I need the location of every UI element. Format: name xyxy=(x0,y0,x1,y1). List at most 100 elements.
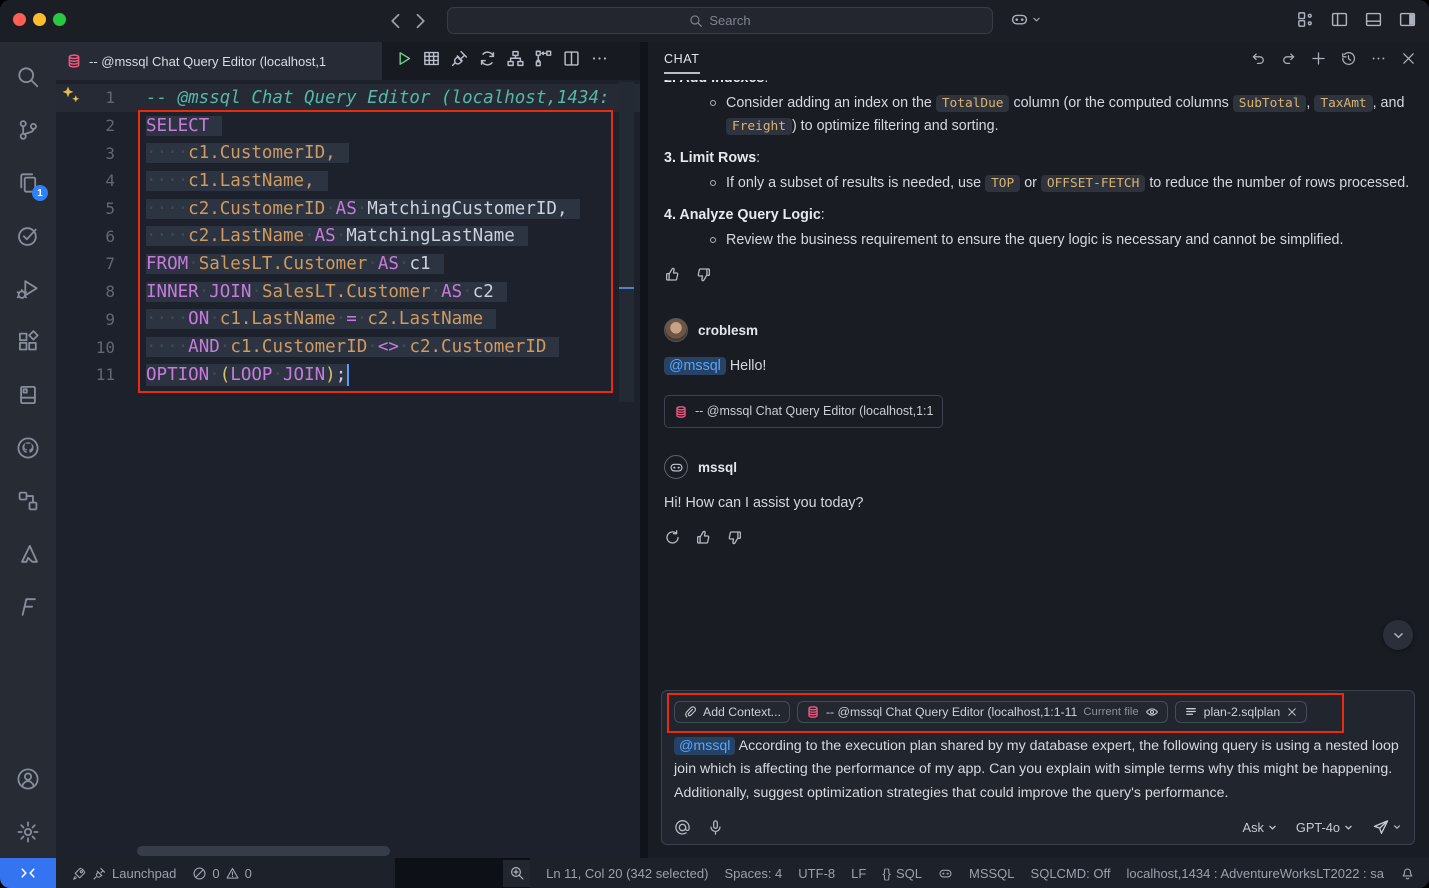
code-line[interactable]: 5····c2.CustomerID·AS·MatchingCustomerID… xyxy=(56,195,640,223)
text-segment: Review the business requirement to ensur… xyxy=(726,232,1343,248)
status-item[interactable]: Ln 11, Col 20 (342 selected) xyxy=(546,866,708,881)
split-editor-button[interactable] xyxy=(562,49,581,73)
notifications-bell[interactable] xyxy=(1400,866,1415,881)
copilot-menu[interactable] xyxy=(1010,10,1042,29)
attachment-chip[interactable]: -- @mssql Chat Query Editor (localhost,1… xyxy=(664,395,943,428)
customize-layout-icon[interactable] xyxy=(1296,10,1315,29)
thumb-up-button[interactable] xyxy=(695,529,712,554)
sidebar-item-testing[interactable] xyxy=(4,209,52,262)
code-line[interactable]: 3····c1.CustomerID, xyxy=(56,139,640,167)
thumb-down-button[interactable] xyxy=(726,529,743,554)
results-grid-button[interactable] xyxy=(422,49,441,73)
sidebar-item-github[interactable] xyxy=(4,421,52,474)
status-item[interactable]: MSSQL xyxy=(969,866,1015,881)
code-line[interactable]: 10····AND·c1.CustomerID·<>·c2.CustomerID xyxy=(56,333,640,361)
layout-panel-icon[interactable] xyxy=(1364,10,1383,29)
text-segment: column (or the computed columns xyxy=(1009,95,1232,111)
horizontal-scrollbar[interactable] xyxy=(137,846,390,856)
code-line[interactable]: 4····c1.LastName, xyxy=(56,167,640,195)
sidebar-item-azure[interactable] xyxy=(4,527,52,580)
send-icon xyxy=(1372,818,1390,836)
tab-chat[interactable]: CHAT xyxy=(664,52,700,74)
chip-label: Add Context... xyxy=(703,705,781,719)
remote-indicator[interactable] xyxy=(0,858,56,888)
code-line[interactable]: 11OPTION·(LOOP·JOIN); xyxy=(56,361,640,389)
response-actions xyxy=(664,266,1413,291)
zoom-control[interactable] xyxy=(503,860,530,887)
more-button[interactable] xyxy=(590,49,609,73)
sidebar-item-extensions[interactable] xyxy=(4,315,52,368)
account-icon xyxy=(16,767,40,791)
problems-status[interactable]: 00 xyxy=(192,866,251,881)
launchpad-status[interactable]: Launchpad xyxy=(72,866,176,881)
status-item[interactable]: SQLCMD: Off xyxy=(1031,866,1111,881)
actual-plan-button[interactable] xyxy=(534,49,553,73)
command-center-search[interactable]: Search xyxy=(447,7,993,34)
sidebar-item-fabric[interactable] xyxy=(4,580,52,633)
thumb-up-button[interactable] xyxy=(664,266,681,291)
scroll-to-bottom-button[interactable] xyxy=(1383,620,1413,650)
context-chip[interactable]: -- @mssql Chat Query Editor (localhost,1… xyxy=(797,701,1168,723)
code-line[interactable]: 7FROM·SalesLT.Customer·AS·c1 xyxy=(56,250,640,278)
sidebar-item-account[interactable] xyxy=(4,752,52,805)
overview-ruler[interactable] xyxy=(619,82,634,402)
layout-sidebar-right-icon[interactable] xyxy=(1398,10,1417,29)
history-button[interactable] xyxy=(1340,50,1357,72)
sidebar-item-run-debug[interactable] xyxy=(4,262,52,315)
disconnect-button[interactable] xyxy=(450,49,469,73)
undo-button[interactable] xyxy=(1250,50,1267,72)
close-window-button[interactable] xyxy=(13,13,26,26)
context-chip[interactable]: plan-2.sqlplan xyxy=(1175,701,1308,723)
microphone-icon[interactable] xyxy=(707,819,724,836)
remove-chip-icon[interactable] xyxy=(1286,706,1298,718)
panel-divider[interactable] xyxy=(640,42,648,858)
thumb-down-button[interactable] xyxy=(695,266,712,291)
more-button[interactable] xyxy=(1370,50,1387,72)
code-editor[interactable]: 1-- @mssql Chat Query Editor (localhost,… xyxy=(56,80,640,858)
minimize-window-button[interactable] xyxy=(33,13,46,26)
editor-tab[interactable]: -- @mssql Chat Query Editor (localhost,1 xyxy=(56,42,382,80)
mention-chip[interactable]: @mssql xyxy=(664,357,726,375)
mention-icon[interactable] xyxy=(674,819,691,836)
sidebar-item-explorer-copy[interactable]: 1 xyxy=(4,156,52,209)
back-arrow-icon[interactable] xyxy=(386,11,406,31)
change-connection-button[interactable] xyxy=(478,49,497,73)
code-line[interactable]: 9····ON·c1.LastName·=·c2.LastName xyxy=(56,306,640,334)
code-line[interactable]: 1-- @mssql Chat Query Editor (localhost,… xyxy=(56,84,640,112)
forward-arrow-icon[interactable] xyxy=(410,11,430,31)
mention-chip[interactable]: @mssql xyxy=(674,737,735,755)
add-context-button[interactable]: Add Context... xyxy=(674,701,790,723)
sidebar-item-connections[interactable] xyxy=(4,474,52,527)
copilot-sparkle-icon[interactable] xyxy=(61,85,81,105)
status-item[interactable]: LF xyxy=(851,866,866,881)
send-button[interactable] xyxy=(1372,818,1402,836)
sidebar-item-settings[interactable] xyxy=(4,805,52,858)
eye-icon[interactable] xyxy=(1145,705,1159,719)
sidebar-item-notebook[interactable] xyxy=(4,368,52,421)
sidebar-item-source-control[interactable] xyxy=(4,103,52,156)
chat-input-container[interactable]: Add Context... -- @mssql Chat Query Edito… xyxy=(661,690,1415,846)
code-line[interactable]: 6····c2.LastName·AS·MatchingLastName xyxy=(56,222,640,250)
status-item[interactable]: {}SQL xyxy=(882,866,922,881)
code-line[interactable]: 8INNER·JOIN·SalesLT.Customer·AS·c2 xyxy=(56,278,640,306)
thumb-down-icon xyxy=(695,266,712,283)
zoom-window-button[interactable] xyxy=(53,13,66,26)
retry-button[interactable] xyxy=(664,529,681,554)
status-item[interactable]: UTF-8 xyxy=(798,866,835,881)
code-line[interactable]: 2SELECT xyxy=(56,112,640,140)
estimated-plan-button[interactable] xyxy=(506,49,525,73)
run-query-button[interactable] xyxy=(394,49,413,73)
close-button[interactable] xyxy=(1400,50,1417,72)
mode-dropdown[interactable]: Ask xyxy=(1243,820,1278,835)
sidebar-item-search[interactable] xyxy=(4,50,52,103)
chat-input-text[interactable]: @mssql According to the execution plan s… xyxy=(674,735,1402,806)
layout-sidebar-left-icon[interactable] xyxy=(1330,10,1349,29)
redo-button[interactable] xyxy=(1280,50,1297,72)
status-item[interactable]: Spaces: 4 xyxy=(724,866,782,881)
model-dropdown[interactable]: GPT-4o xyxy=(1296,820,1354,835)
new-chat-button[interactable] xyxy=(1310,50,1327,72)
status-item[interactable] xyxy=(938,866,953,881)
status-item[interactable]: localhost,1434 : AdventureWorksLT2022 : … xyxy=(1126,866,1384,881)
chat-message-list[interactable]: 2. Add Indexes:Consider adding an index … xyxy=(648,80,1429,658)
model-label: GPT-4o xyxy=(1296,820,1340,835)
